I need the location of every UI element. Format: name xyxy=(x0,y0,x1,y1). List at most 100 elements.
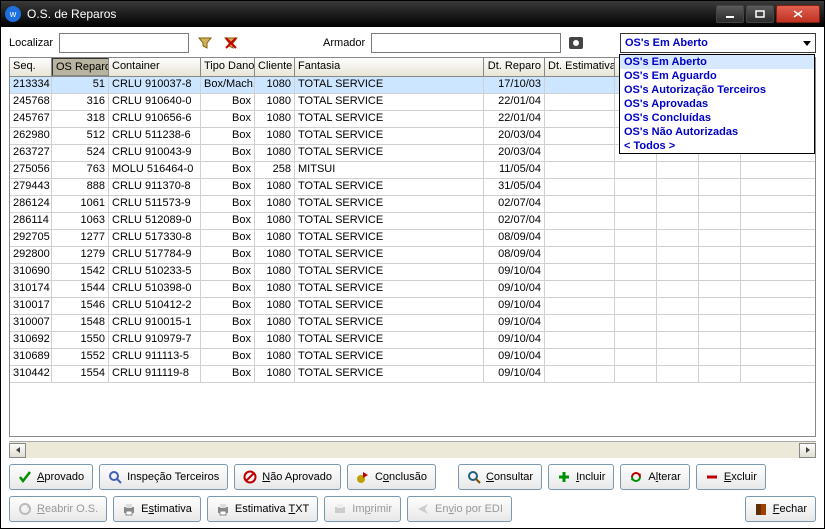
reabrir-button[interactable]: Reabrir O.S. xyxy=(9,496,107,522)
envio-edi-button[interactable]: Envio por EDI xyxy=(407,496,512,522)
cell xyxy=(699,298,741,314)
table-row[interactable]: 279443888CRLU 911370-8Box1080TOTAL SERVI… xyxy=(10,179,815,196)
cell: 09/10/04 xyxy=(484,366,545,382)
cell: Box xyxy=(201,145,255,161)
cell: CRLU 911119-8 xyxy=(109,366,201,382)
filter-combo[interactable]: OS's Em Aberto OS's Em AbertoOS's Em Agu… xyxy=(620,33,816,53)
cell: MOLU 516464-0 xyxy=(109,162,201,178)
estimativa-button[interactable]: Estimativa xyxy=(113,496,201,522)
cell: 09/10/04 xyxy=(484,264,545,280)
minimize-button[interactable] xyxy=(716,5,744,23)
cell: TOTAL SERVICE xyxy=(295,332,484,348)
cell: TOTAL SERVICE xyxy=(295,315,484,331)
table-row[interactable]: 2861141063CRLU 512089-0Box1080TOTAL SERV… xyxy=(10,213,815,230)
cycle-icon xyxy=(18,502,32,516)
column-header[interactable]: OS Reparo xyxy=(52,58,109,76)
cell: 31/05/04 xyxy=(484,179,545,195)
column-header[interactable]: Cliente xyxy=(255,58,295,76)
cell: 09/10/04 xyxy=(484,349,545,365)
filter-option[interactable]: OS's Em Aberto xyxy=(620,55,814,69)
cell: 524 xyxy=(52,145,109,161)
cell xyxy=(545,281,615,297)
filter-option[interactable]: OS's Em Aguardo xyxy=(620,69,814,83)
cell xyxy=(545,366,615,382)
btn-label: echar xyxy=(779,503,807,515)
cell: 1552 xyxy=(52,349,109,365)
cell: TOTAL SERVICE xyxy=(295,213,484,229)
filter-option[interactable]: < Todos > xyxy=(620,139,814,153)
filter-dropdown[interactable]: OS's Em AbertoOS's Em AguardoOS's Autori… xyxy=(619,54,815,154)
table-row[interactable]: 3106921550CRLU 910979-7Box1080TOTAL SERV… xyxy=(10,332,815,349)
cell: CRLU 910656-6 xyxy=(109,111,201,127)
table-row[interactable]: 3106901542CRLU 510233-5Box1080TOTAL SERV… xyxy=(10,264,815,281)
cell: 11/05/04 xyxy=(484,162,545,178)
table-row[interactable]: 2861241061CRLU 511573-9Box1080TOTAL SERV… xyxy=(10,196,815,213)
column-header[interactable]: Fantasia xyxy=(295,58,484,76)
column-header[interactable]: Dt. Reparo xyxy=(484,58,545,76)
alterar-button[interactable]: Alterar xyxy=(620,464,689,490)
filter-option[interactable]: OS's Concluídas xyxy=(620,111,814,125)
column-header[interactable]: Dt. Estimativa xyxy=(545,58,615,76)
imprimir-button[interactable]: Imprimir xyxy=(324,496,401,522)
printer-icon xyxy=(333,502,347,516)
aprovado-button[interactable]: Aprovado xyxy=(9,464,93,490)
maximize-button[interactable] xyxy=(746,5,774,23)
table-row[interactable]: 275056763MOLU 516464-0Box258MITSUI11/05/… xyxy=(10,162,815,179)
cell: 1080 xyxy=(255,298,295,314)
table-row[interactable]: 3104421554CRLU 911119-8Box1080TOTAL SERV… xyxy=(10,366,815,383)
cell xyxy=(545,162,615,178)
cell: 1542 xyxy=(52,264,109,280)
filter-option[interactable]: OS's Autorização Terceiros xyxy=(620,83,814,97)
cell: 1080 xyxy=(255,77,295,93)
cell: Box xyxy=(201,111,255,127)
column-header[interactable]: Tipo Dano xyxy=(201,58,255,76)
cell xyxy=(545,230,615,246)
cell: 17/10/03 xyxy=(484,77,545,93)
cell: Box xyxy=(201,230,255,246)
column-header[interactable]: Seq. xyxy=(10,58,52,76)
incluir-button[interactable]: Incluir xyxy=(548,464,614,490)
localizar-input[interactable] xyxy=(59,33,189,53)
cell xyxy=(699,196,741,212)
cell xyxy=(545,213,615,229)
table-row[interactable]: 3100171546CRLU 510412-2Box1080TOTAL SERV… xyxy=(10,298,815,315)
nao-aprovado-button[interactable]: Não Aprovado xyxy=(234,464,341,490)
close-button[interactable] xyxy=(776,5,820,23)
table-row[interactable]: 2927051277CRLU 517330-8Box1080TOTAL SERV… xyxy=(10,230,815,247)
estimativa-txt-button[interactable]: Estimativa TXT xyxy=(207,496,318,522)
table-row[interactable]: 2928001279CRLU 517784-9Box1080TOTAL SERV… xyxy=(10,247,815,264)
column-header[interactable]: Container xyxy=(109,58,201,76)
filter-icon[interactable] xyxy=(195,33,215,53)
cell xyxy=(615,179,657,195)
cell xyxy=(657,332,699,348)
content-area: Localizar Armador OS's Em Aberto OS's Em… xyxy=(1,27,824,528)
excluir-button[interactable]: Excluir xyxy=(696,464,766,490)
cell: 1061 xyxy=(52,196,109,212)
armador-lookup-icon[interactable] xyxy=(567,33,587,53)
window: w O.S. de Reparos Localizar Armador OS's… xyxy=(0,0,825,529)
btn-label: rimir xyxy=(371,503,392,515)
fechar-button[interactable]: Fechar xyxy=(745,496,816,522)
cell: Box xyxy=(201,281,255,297)
inspecao-terceiros-button[interactable]: Inspeção Terceiros xyxy=(99,464,228,490)
cell xyxy=(699,247,741,263)
cell: 02/07/04 xyxy=(484,196,545,212)
scroll-right-icon[interactable] xyxy=(799,443,816,458)
cell: 1080 xyxy=(255,264,295,280)
scroll-left-icon[interactable] xyxy=(9,443,26,458)
table-row[interactable]: 3100071548CRLU 910015-1Box1080TOTAL SERV… xyxy=(10,315,815,332)
filter-clear-icon[interactable] xyxy=(221,33,241,53)
cell xyxy=(545,111,615,127)
armador-input[interactable] xyxy=(371,33,561,53)
cell: 1080 xyxy=(255,349,295,365)
horizontal-scrollbar[interactable] xyxy=(9,441,816,458)
table-row[interactable]: 3106891552CRLU 911113-5Box1080TOTAL SERV… xyxy=(10,349,815,366)
button-row-1: Aprovado Inspeção Terceiros Não Aprovado… xyxy=(9,464,816,490)
conclusao-button[interactable]: Conclusão xyxy=(347,464,436,490)
filter-option[interactable]: OS's Aprovadas xyxy=(620,97,814,111)
cell xyxy=(545,94,615,110)
cell: 1080 xyxy=(255,247,295,263)
filter-option[interactable]: OS's Não Autorizadas xyxy=(620,125,814,139)
table-row[interactable]: 3101741544CRLU 510398-0Box1080TOTAL SERV… xyxy=(10,281,815,298)
consultar-button[interactable]: Consultar xyxy=(458,464,542,490)
